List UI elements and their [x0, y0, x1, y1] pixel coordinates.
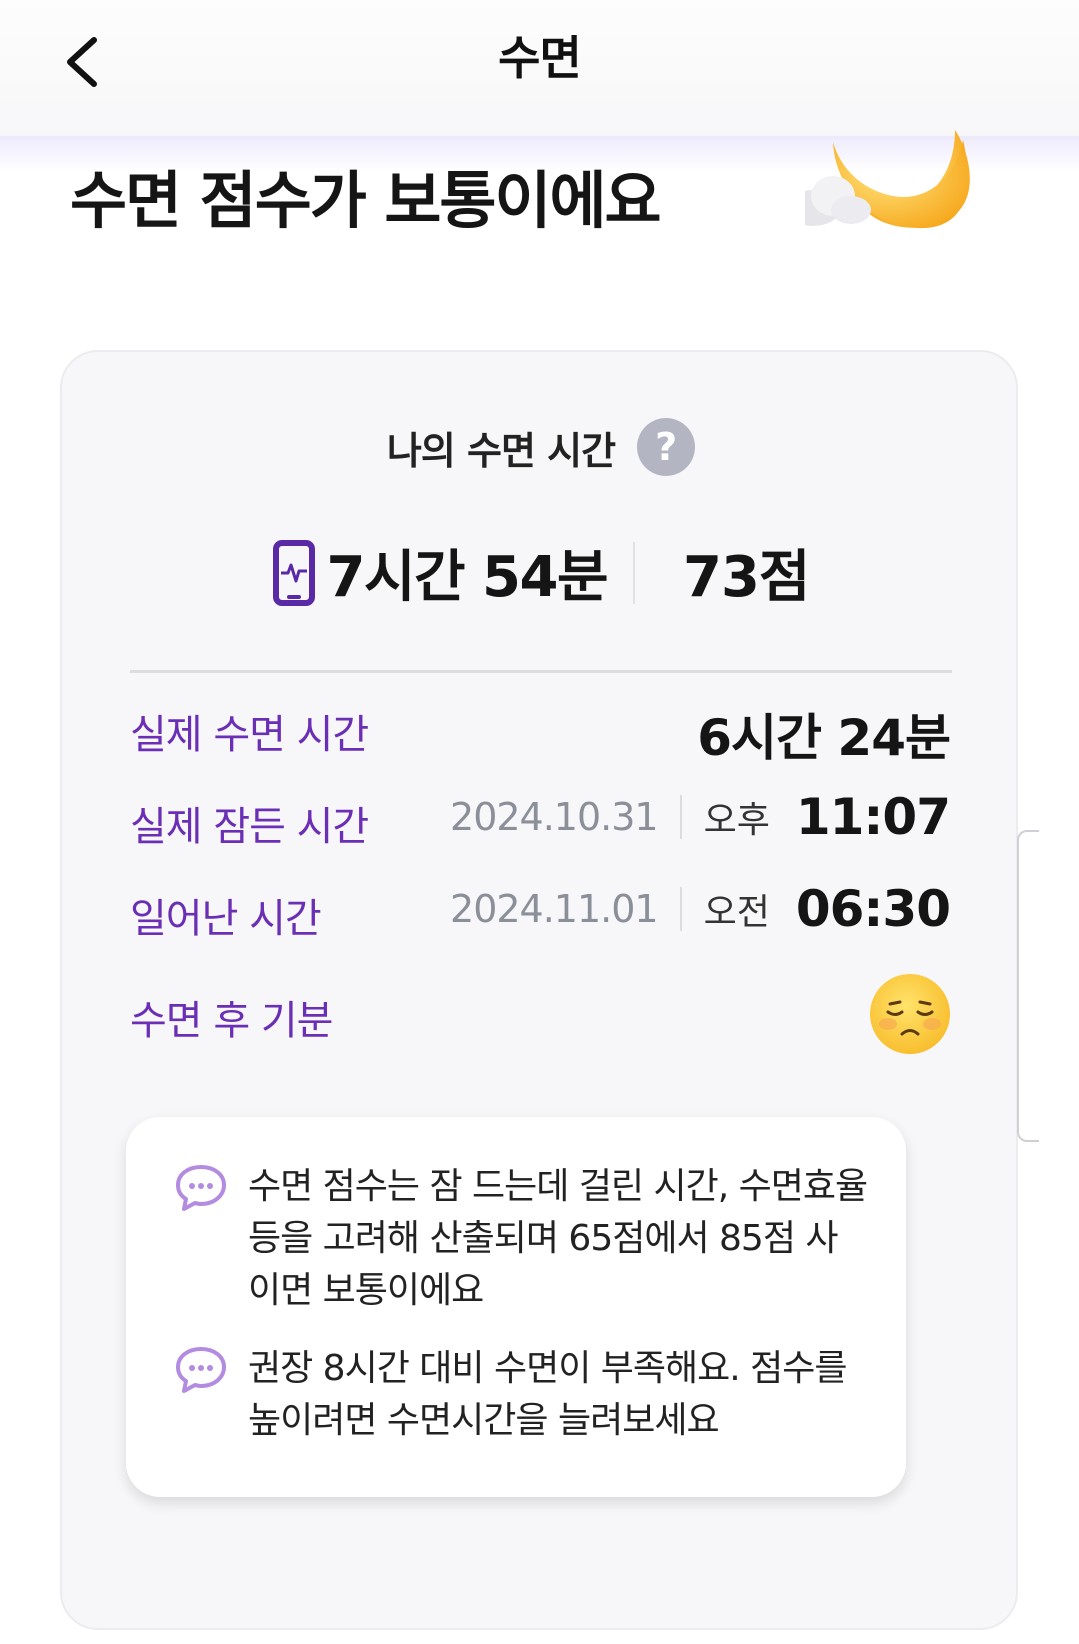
sleep-time-card: 나의 수면 시간 ? 7시간 54분 73점 실제 수면 시간 6시간 24분 … [60, 350, 1018, 1630]
sad-face-icon[interactable] [868, 972, 952, 1056]
fell-asleep-time: 11:07 [795, 788, 951, 846]
info-text: 권장 8시간 대비 수면이 부족해요. 점수를 높이려면 수면시간을 늘려보세요 [248, 1348, 848, 1441]
total-duration: 7시간 54분 [326, 545, 609, 610]
woke-up-date: 2024.11.01 [450, 887, 659, 931]
divider [633, 541, 635, 604]
info-box: 수면 점수는 잠 드는데 걸린 시간, 수면효율 등을 고려해 산출되며 65점… [126, 1117, 906, 1497]
info-item: 권장 8시간 대비 수면이 부족해요. 점수를 높이려면 수면시간을 늘려보세요 [174, 1343, 868, 1447]
info-text: 수면 점수는 잠 드는데 걸린 시간, 수면효율 등을 고려해 산출되며 65점… [248, 1166, 868, 1311]
help-icon[interactable]: ? [637, 418, 696, 476]
actual-sleep-value: 6시간 24분 [697, 709, 951, 767]
sleep-score-headline: 수면 점수가 보통이에요 [70, 164, 662, 237]
phone-heartbeat-icon [272, 539, 315, 606]
actual-sleep-label: 실제 수면 시간 [130, 712, 369, 758]
divider [679, 887, 682, 931]
chat-bubble-icon [176, 1347, 226, 1393]
woke-up-label: 일어난 시간 [130, 896, 322, 942]
fell-asleep-row: 2024.10.31 오후 11:07 [450, 788, 951, 846]
fell-asleep-date: 2024.10.31 [450, 795, 659, 839]
sleep-summary: 7시간 54분 73점 [62, 532, 1020, 613]
fell-asleep-ampm: 오후 [703, 800, 770, 841]
sleep-score: 73점 [683, 545, 810, 610]
woke-up-row: 2024.11.01 오전 06:30 [450, 880, 951, 938]
divider [130, 670, 952, 673]
mood-after-sleep-label: 수면 후 기분 [130, 998, 333, 1044]
card-title: 나의 수면 시간 [386, 428, 616, 473]
info-item: 수면 점수는 잠 드는데 걸린 시간, 수면효율 등을 고려해 산출되며 65점… [174, 1161, 868, 1317]
moon-cloud-icon [805, 130, 970, 229]
woke-up-ampm: 오전 [703, 892, 770, 933]
woke-up-time: 06:30 [795, 880, 951, 938]
fell-asleep-label: 실제 잠든 시간 [130, 804, 369, 850]
divider [679, 795, 682, 839]
scroll-handle[interactable] [1017, 830, 1039, 1142]
card-title-row: 나의 수면 시간 ? [62, 418, 1020, 476]
chat-bubble-icon [176, 1165, 226, 1211]
page-title: 수면 [498, 31, 582, 85]
